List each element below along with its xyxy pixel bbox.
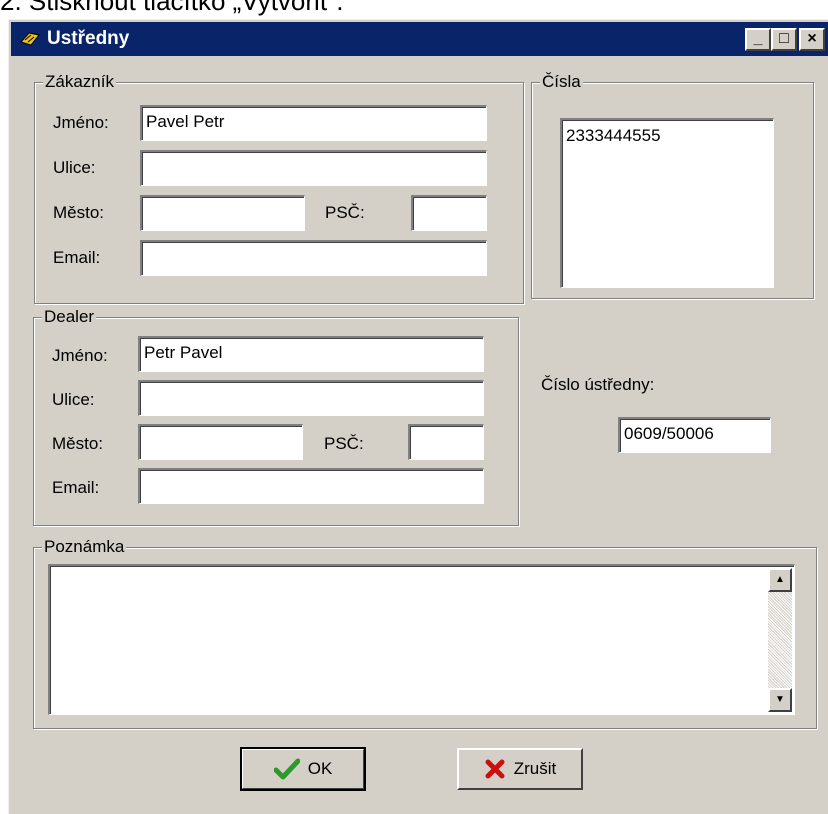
dealer-jmeno-field[interactable]: Petr Pavel — [138, 336, 484, 372]
dealer-psc-field[interactable] — [408, 424, 484, 460]
cislo-ustredny-field[interactable]: 0609/50006 — [618, 417, 771, 453]
title-bar[interactable]: Ustředny _ □ × — [11, 22, 828, 56]
ok-button-label: OK — [307, 759, 333, 778]
zakaznik-ulice-field[interactable] — [140, 150, 487, 186]
poznamka-textarea[interactable]: ▲ ▼ — [48, 564, 795, 715]
poznamka-legend: Poznámka — [42, 536, 127, 558]
dealer-email-field[interactable] — [138, 468, 484, 504]
arrow-up-icon: ▲ — [775, 574, 785, 585]
zakaznik-jmeno-label: Jméno: — [53, 113, 109, 132]
maximize-icon: □ — [779, 30, 789, 47]
dealer-legend: Dealer — [42, 306, 97, 328]
cisla-group: Čísla 2333444555 — [531, 71, 814, 299]
zakaznik-psc-field[interactable] — [411, 195, 487, 231]
zakaznik-mesto-label: Město: — [53, 203, 105, 222]
cisla-list-item[interactable]: 2333444555 — [566, 126, 773, 146]
dealer-email-label: Email: — [52, 478, 100, 497]
green-check-icon — [273, 758, 300, 780]
zakaznik-mesto-field[interactable] — [140, 195, 305, 231]
minimize-button[interactable]: _ — [745, 28, 771, 51]
zakaznik-email-field[interactable] — [140, 240, 487, 276]
zakaznik-group: Zákazník Jméno: Pavel Petr Ulice: Město:… — [34, 71, 524, 304]
cisla-legend: Čísla — [540, 71, 583, 93]
scroll-down-button[interactable]: ▼ — [768, 688, 792, 712]
ustredny-dialog: Ustředny _ □ × Zákazník Jméno: Pavel Pet… — [8, 19, 828, 814]
zakaznik-jmeno-field[interactable]: Pavel Petr — [140, 105, 487, 141]
dealer-ulice-field[interactable] — [138, 380, 484, 416]
cancel-button[interactable]: Zrušit — [457, 748, 583, 790]
ok-button[interactable]: OK — [240, 747, 366, 791]
arrow-down-icon: ▼ — [775, 694, 785, 705]
dealer-group: Dealer Jméno: Petr Pavel Ulice: Město: P… — [33, 306, 519, 526]
minimize-icon: _ — [753, 30, 763, 47]
red-x-icon — [485, 759, 505, 779]
scroll-up-button[interactable]: ▲ — [768, 568, 792, 592]
zakaznik-psc-label: PSČ: — [325, 203, 365, 222]
instruction-caption: 2. Stisknout tlačítko „Vytvořit". — [0, 0, 344, 16]
cisla-listbox[interactable]: 2333444555 — [560, 118, 774, 288]
dealer-mesto-label: Město: — [52, 434, 104, 453]
cislo-ustredny-label: Číslo ústředny: — [541, 375, 655, 394]
zakaznik-ulice-label: Ulice: — [53, 158, 96, 177]
dealer-ulice-label: Ulice: — [52, 390, 95, 409]
zakaznik-email-label: Email: — [53, 248, 101, 267]
poznamka-scrollbar[interactable]: ▲ ▼ — [768, 568, 792, 712]
poznamka-group: Poznámka ▲ ▼ — [33, 536, 817, 729]
dealer-psc-label: PSČ: — [324, 434, 364, 453]
cancel-button-label: Zrušit — [513, 759, 557, 778]
dealer-jmeno-label: Jméno: — [52, 346, 108, 365]
close-icon: × — [807, 30, 817, 47]
dealer-mesto-field[interactable] — [138, 424, 303, 460]
window-title: Ustředny — [47, 28, 130, 49]
maximize-button[interactable]: □ — [771, 28, 797, 51]
app-icon — [20, 32, 40, 46]
close-button[interactable]: × — [799, 28, 825, 51]
zakaznik-legend: Zákazník — [43, 71, 116, 93]
